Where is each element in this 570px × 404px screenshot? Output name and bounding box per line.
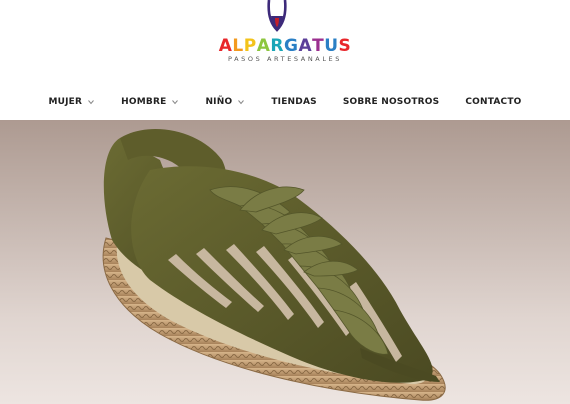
nav-item-label: SOBRE NOSOTROS	[342, 97, 440, 107]
espadrille-sandal-illustration	[102, 129, 446, 401]
logo-letter: P	[243, 36, 257, 56]
site-header: ALPARGATUS PASOS ARTESANALES MUJER HOMBR…	[0, 0, 570, 120]
logo-letter: S	[338, 36, 352, 56]
main-nav: MUJER HOMBRE NIÑO TIENDAS SOBRE NOSOTROS…	[0, 92, 570, 112]
nav-item-label: HOMBRE	[121, 97, 167, 107]
nav-item-tiendas[interactable]: TIENDAS	[271, 97, 317, 107]
nav-item-sobre-nosotros[interactable]: SOBRE NOSOTROS	[343, 97, 440, 107]
logo-glass-icon[interactable]	[262, 0, 292, 38]
chevron-down-icon	[172, 100, 179, 105]
chevron-down-icon	[238, 100, 245, 105]
nav-item-mujer[interactable]: MUJER	[48, 97, 95, 107]
logo-letter: A	[218, 36, 233, 56]
logo-letter: A	[256, 36, 271, 56]
hero-product-image[interactable]	[0, 120, 570, 404]
nav-item-label: NIÑO	[205, 97, 233, 107]
logo-letter: R	[270, 36, 284, 56]
logo-letter: T	[312, 36, 325, 56]
logo-letter: L	[232, 36, 244, 56]
nav-item-hombre[interactable]: HOMBRE	[121, 97, 179, 107]
nav-item-label: CONTACTO	[465, 97, 522, 107]
logo-letter: A	[298, 36, 313, 56]
nav-item-label: MUJER	[48, 97, 83, 107]
logo-letter: U	[324, 36, 339, 56]
logo-letter: G	[283, 36, 299, 56]
chevron-down-icon	[88, 100, 95, 105]
nav-item-label: TIENDAS	[271, 97, 317, 107]
logo-wordmark[interactable]: ALPARGATUS	[0, 36, 570, 56]
nav-item-contacto[interactable]: CONTACTO	[465, 97, 521, 107]
nav-item-nino[interactable]: NIÑO	[205, 97, 245, 107]
logo-tagline: PASOS ARTESANALES	[227, 55, 342, 63]
